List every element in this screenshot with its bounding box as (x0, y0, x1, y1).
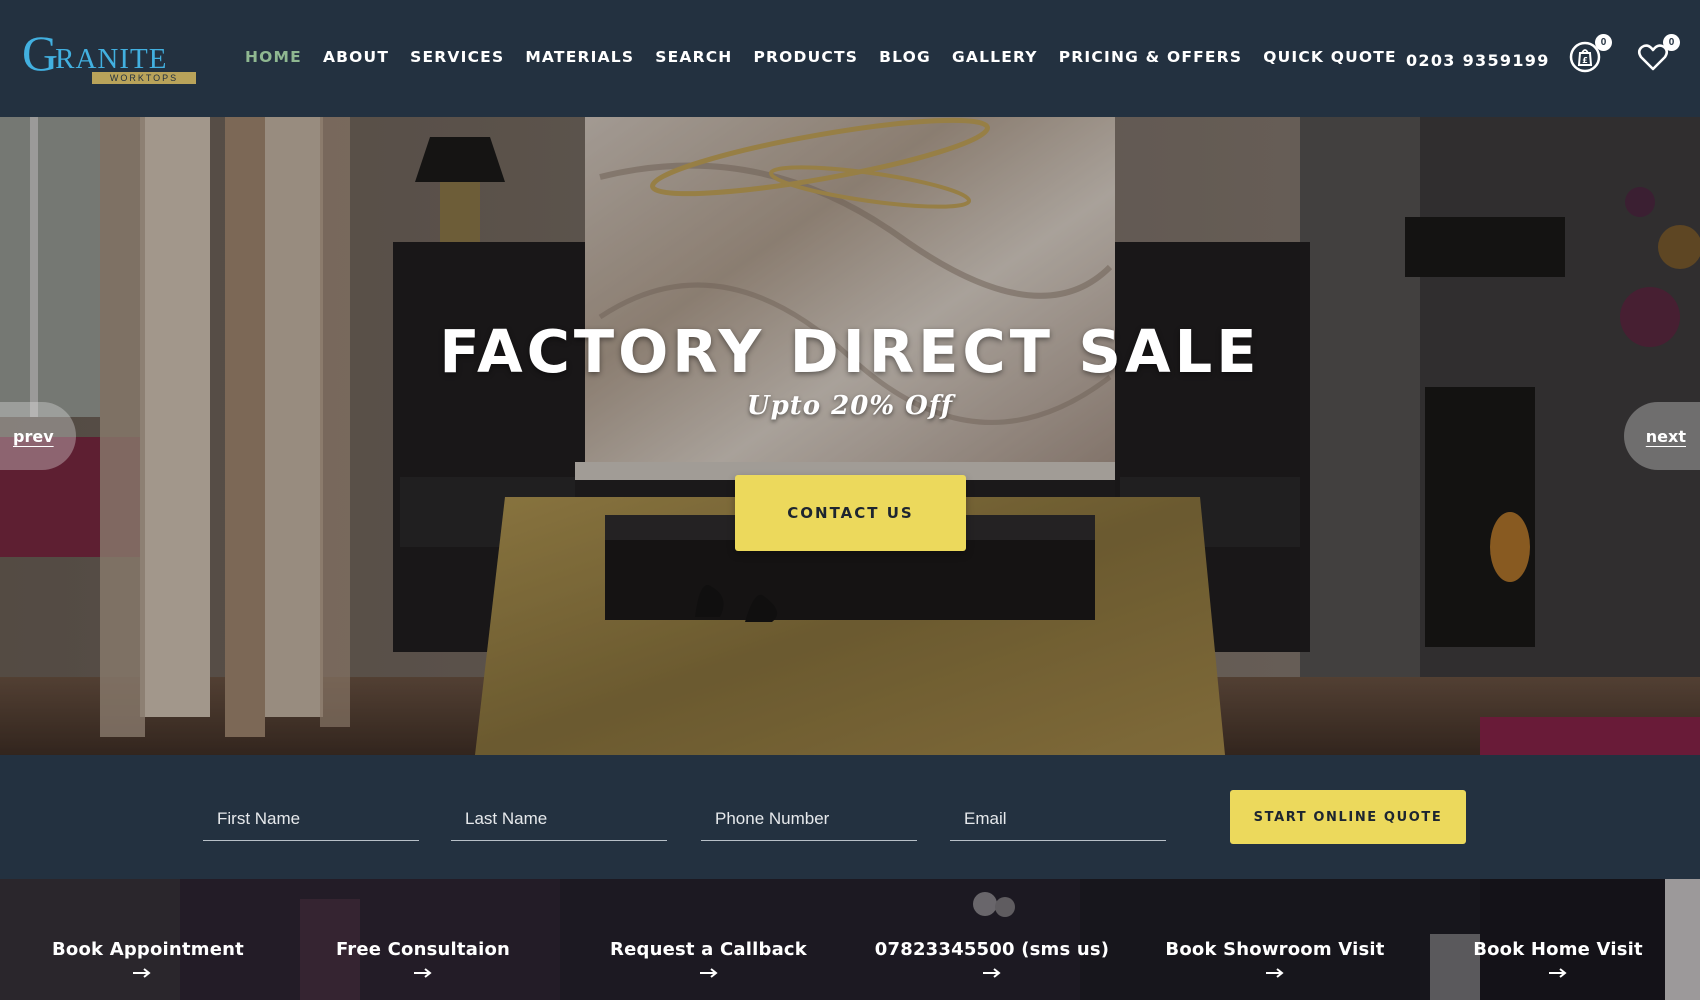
nav-products[interactable]: PRODUCTS (753, 48, 858, 66)
hero-subtitle: Upto 20% Off (746, 391, 954, 421)
logo-wordmark: GRANITE (22, 28, 167, 78)
main-nav: HOME ABOUT SERVICES MATERIALS SEARCH PRO… (245, 48, 1418, 66)
hero-slider: FACTORY DIRECT SALE Upto 20% Off CONTACT… (0, 117, 1700, 755)
arrow-right-icon (1549, 968, 1567, 978)
svg-text:£: £ (1582, 56, 1588, 65)
action-label: 07823345500 (sms us) (874, 939, 1110, 960)
arrow-right-icon (133, 968, 151, 978)
start-online-quote-button[interactable]: START ONLINE QUOTE (1230, 790, 1466, 844)
wishlist-count-badge: 0 (1663, 34, 1680, 51)
header-phone-link[interactable]: 0203 9359199 (1406, 51, 1550, 70)
site-header: GRANITE WORKTOPS HOME ABOUT SERVICES MAT… (0, 0, 1700, 117)
arrow-right-icon (983, 968, 1001, 978)
sms-us-link[interactable]: 07823345500 (sms us) (872, 939, 1112, 978)
logo-initial: G (22, 25, 60, 81)
hero-title: FACTORY DIRECT SALE (439, 317, 1261, 386)
brand-logo[interactable]: GRANITE WORKTOPS (22, 28, 196, 90)
book-appointment-link[interactable]: Book Appointment (52, 939, 244, 978)
quick-actions-bar: Book Appointment Free Consultaion Reques… (0, 879, 1700, 1000)
hero-dim-overlay (0, 117, 1700, 755)
nav-gallery[interactable]: GALLERY (952, 48, 1038, 66)
nav-home[interactable]: HOME (245, 48, 302, 66)
logo-text: RANITE (55, 43, 168, 75)
action-label: Book Home Visit (1473, 939, 1643, 960)
email-field[interactable] (950, 797, 1166, 841)
nav-blog[interactable]: BLOG (879, 48, 931, 66)
nav-services[interactable]: SERVICES (410, 48, 504, 66)
nav-quick-quote[interactable]: QUICK QUOTE (1263, 48, 1397, 66)
slider-prev-label: prev (13, 426, 54, 446)
logo-tagline: WORKTOPS (92, 72, 196, 84)
phone-number-field[interactable] (701, 797, 917, 841)
nav-materials[interactable]: MATERIALS (525, 48, 634, 66)
first-name-field[interactable] (203, 797, 419, 841)
shopping-bag-icon[interactable]: £ 0 (1568, 34, 1612, 74)
nav-pricing-offers[interactable]: PRICING & OFFERS (1059, 48, 1242, 66)
slider-next-button[interactable]: next (1624, 402, 1700, 470)
book-showroom-visit-link[interactable]: Book Showroom Visit (1164, 939, 1386, 978)
book-home-visit-link[interactable]: Book Home Visit (1470, 939, 1646, 978)
arrow-right-icon (414, 968, 432, 978)
contact-us-button[interactable]: CONTACT US (735, 475, 966, 551)
action-label: Request a Callback (610, 939, 807, 960)
arrow-right-icon (699, 968, 718, 978)
slider-prev-button[interactable]: prev (0, 402, 76, 470)
bag-count-badge: 0 (1595, 34, 1612, 51)
free-consultation-link[interactable]: Free Consultaion (333, 939, 513, 978)
action-label: Book Appointment (52, 939, 244, 960)
request-callback-link[interactable]: Request a Callback (606, 939, 811, 978)
arrow-right-icon (1266, 968, 1284, 978)
slider-next-label: next (1645, 426, 1686, 446)
wishlist-heart-icon[interactable]: 0 (1636, 34, 1680, 74)
action-label: Book Showroom Visit (1165, 939, 1385, 960)
action-label: Free Consultaion (335, 939, 511, 960)
last-name-field[interactable] (451, 797, 667, 841)
nav-search[interactable]: SEARCH (655, 48, 732, 66)
nav-about[interactable]: ABOUT (323, 48, 389, 66)
actions-dim-overlay (0, 879, 1700, 1000)
quick-quote-form: START ONLINE QUOTE (0, 755, 1700, 879)
